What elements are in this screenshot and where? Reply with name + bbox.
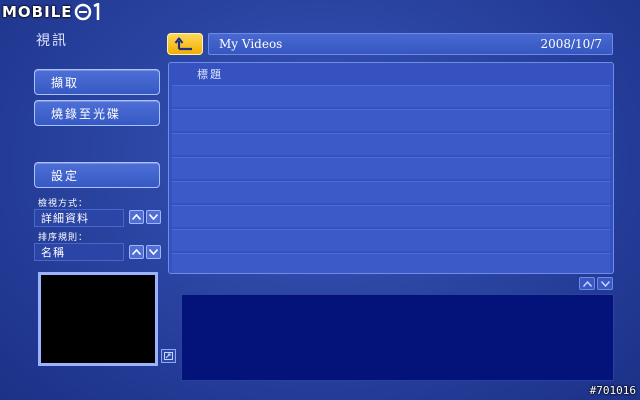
expand-preview-button[interactable] (161, 349, 176, 363)
column-header-title[interactable]: 標題 (169, 63, 613, 85)
view-mode-label: 檢視方式： (38, 199, 89, 209)
chevron-down-icon (600, 280, 610, 287)
chevron-up-icon (582, 280, 592, 287)
settings-button[interactable]: 設定 (34, 162, 160, 188)
scroll-down-button[interactable] (597, 277, 613, 290)
list-row[interactable] (172, 133, 610, 155)
view-mode-field[interactable]: 詳細資料 (34, 209, 124, 227)
list-row[interactable] (172, 85, 610, 107)
chevron-up-icon (132, 214, 141, 220)
folder-name: My Videos (219, 37, 283, 51)
capture-button[interactable]: 擷取 (34, 69, 160, 95)
list-row[interactable] (172, 253, 610, 273)
chevron-up-icon (132, 249, 141, 255)
list-row[interactable] (172, 109, 610, 131)
list-row[interactable] (172, 229, 610, 251)
video-preview (38, 272, 158, 366)
section-title: 視訊 (36, 33, 68, 49)
mobile01-logo: MOBILE (2, 2, 126, 22)
path-bar: My Videos 2008/10/7 (208, 33, 613, 55)
list-row[interactable] (172, 157, 610, 179)
expand-icon (164, 352, 173, 360)
sort-rule-up-button[interactable] (129, 245, 144, 259)
watermark-stamp: #701016 (589, 384, 636, 397)
view-mode-down-button[interactable] (146, 210, 161, 224)
logo-mark-icon (74, 3, 99, 21)
up-folder-icon (174, 37, 192, 51)
parent-folder-button[interactable] (167, 33, 203, 55)
file-list[interactable]: 標題 (168, 62, 614, 274)
chevron-down-icon (149, 214, 158, 220)
view-mode-up-button[interactable] (129, 210, 144, 224)
logo-text: MOBILE (2, 3, 73, 21)
burn-to-disc-button[interactable]: 燒錄至光碟 (34, 100, 160, 126)
sort-rule-down-button[interactable] (146, 245, 161, 259)
current-date: 2008/10/7 (540, 37, 602, 51)
details-panel (181, 294, 614, 381)
list-row[interactable] (172, 181, 610, 203)
sort-rule-field[interactable]: 名稱 (34, 243, 124, 261)
sort-rule-label: 排序規則： (38, 233, 89, 243)
list-row[interactable] (172, 205, 610, 227)
chevron-down-icon (149, 249, 158, 255)
scroll-up-button[interactable] (579, 277, 595, 290)
list-scroll-buttons (579, 277, 613, 290)
